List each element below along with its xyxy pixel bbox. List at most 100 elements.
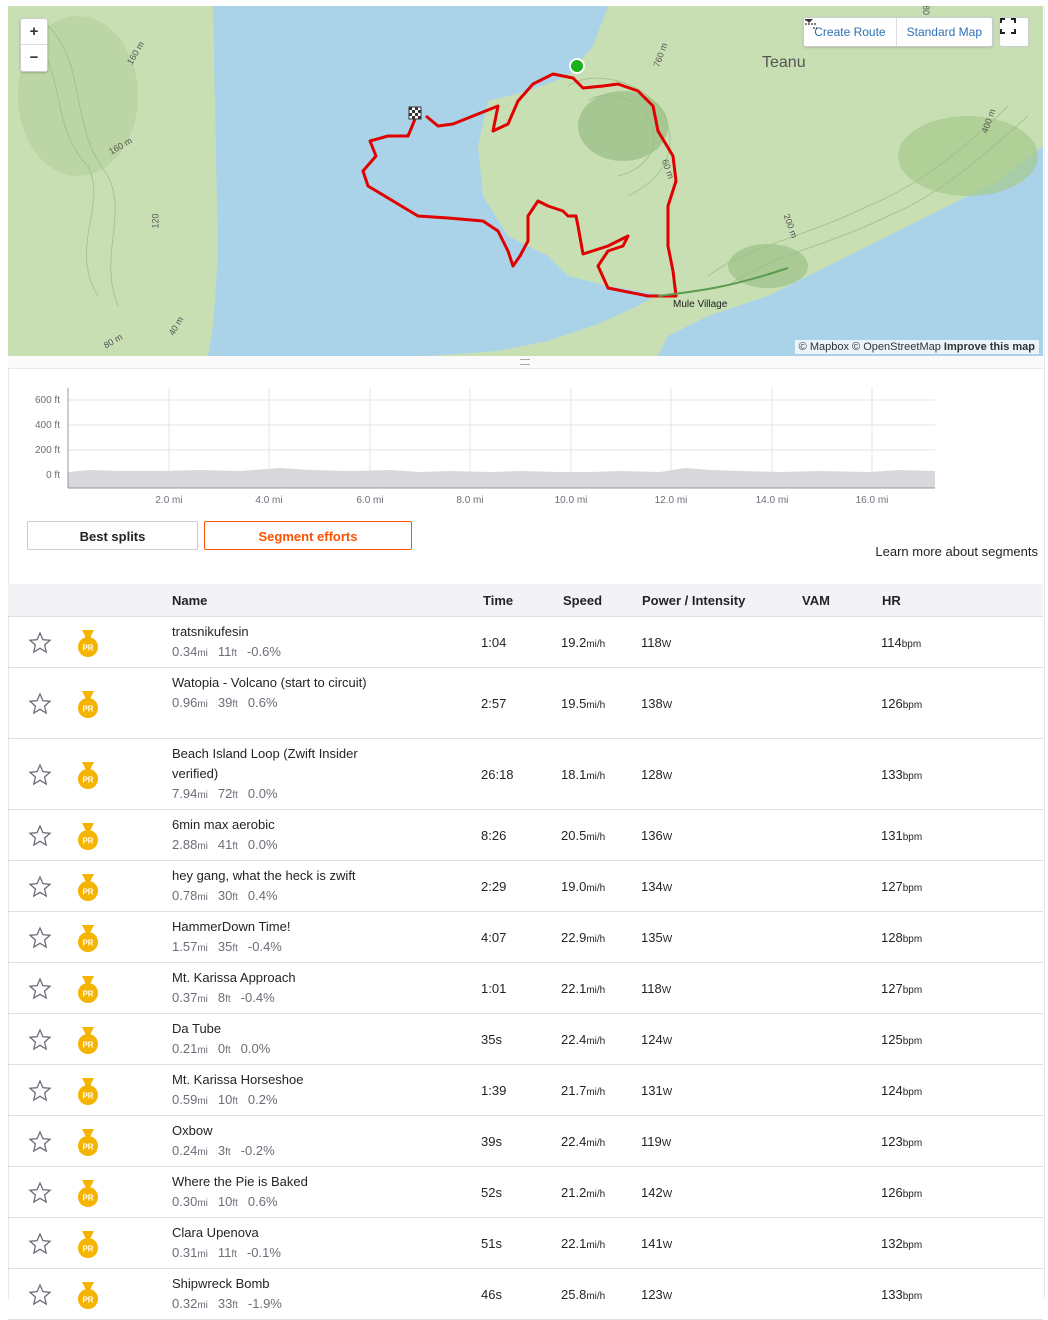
- segment-power: 124W: [641, 1031, 673, 1047]
- segment-speed: 20.5mi/h: [561, 827, 606, 843]
- unit-label: mi/h: [586, 984, 606, 996]
- segment-row[interactable]: PR Watopia - Volcano (start to circuit) 0.…: [8, 668, 1043, 739]
- segment-time: 2:57: [481, 695, 507, 711]
- segment-info: Shipwreck Bomb 0.32mi 33ft -1.9%: [172, 1274, 392, 1316]
- pr-medal-icon: PR: [78, 1281, 98, 1309]
- segment-row[interactable]: PR Shipwreck Bomb 0.32mi 33ft -1.9% 46s 25.8mi…: [8, 1269, 1043, 1320]
- segment-row[interactable]: PR Mt. Karissa Horseshoe 0.59mi 10ft 0.2% 1:3…: [8, 1065, 1043, 1116]
- segment-speed: 22.4mi/h: [561, 1031, 606, 1047]
- osm-link[interactable]: © OpenStreetMap: [852, 341, 941, 353]
- tab-best-splits[interactable]: Best splits: [27, 521, 198, 550]
- header-name[interactable]: Name: [172, 593, 207, 608]
- segment-time: 46s: [481, 1286, 502, 1302]
- segment-grade: 0.0%: [240, 1041, 271, 1056]
- segment-info: Da Tube 0.21mi 0ft 0.0%: [172, 1019, 392, 1061]
- segment-name-link[interactable]: Watopia - Volcano (start to circuit): [172, 673, 392, 693]
- segment-row[interactable]: PR Oxbow 0.24mi 3ft -0.2% 39s 22.4mi/h 119W 123b…: [8, 1116, 1043, 1167]
- segment-name-link[interactable]: Mt. Karissa Approach: [172, 968, 392, 988]
- create-route-button[interactable]: Create Route: [804, 18, 895, 46]
- segment-elevation: 35ft: [217, 939, 238, 954]
- unit-label: bpm: [902, 1035, 923, 1047]
- segment-hr: 131bpm: [881, 827, 923, 843]
- segment-speed: 18.1mi/h: [561, 766, 606, 782]
- segment-grade: -0.2%: [240, 1143, 275, 1158]
- segment-hr: 126bpm: [881, 1184, 923, 1200]
- pr-medal-icon: PR: [78, 761, 98, 789]
- star-icon[interactable]: [28, 1282, 52, 1307]
- segment-name-link[interactable]: Shipwreck Bomb: [172, 1274, 392, 1294]
- header-time[interactable]: Time: [483, 593, 513, 608]
- unit-label: ft: [232, 892, 238, 903]
- unit-label: W: [662, 1290, 673, 1302]
- star-icon[interactable]: [28, 1231, 52, 1256]
- star-icon[interactable]: [28, 874, 52, 899]
- segment-row[interactable]: PR hey gang, what the heck is zwift 0.78mi…: [8, 861, 1043, 912]
- star-icon[interactable]: [28, 1180, 52, 1205]
- star-icon[interactable]: [28, 925, 52, 950]
- zoom-control: + −: [20, 18, 48, 72]
- segment-meta: 0.21mi 0ft 0.0%: [172, 1039, 392, 1061]
- segment-speed: 25.8mi/h: [561, 1286, 606, 1302]
- route-start-marker[interactable]: [569, 58, 585, 74]
- zoom-out-button[interactable]: −: [21, 44, 47, 70]
- x-tick-label: 14.0 mi: [756, 495, 789, 506]
- segment-row[interactable]: PR tratsnikufesin 0.34mi 11ft -0.6% 1:04 19.2m…: [8, 617, 1043, 668]
- segment-name-link[interactable]: HammerDown Time!: [172, 917, 392, 937]
- star-icon[interactable]: [28, 762, 52, 787]
- segment-distance: 0.37mi: [172, 990, 208, 1005]
- tab-segment-efforts[interactable]: Segment efforts: [204, 521, 412, 550]
- elevation-chart[interactable]: 600 ft 400 ft 200 ft 0 ft 2.0 mi 4.0 mi …: [20, 380, 950, 508]
- map-style-dropdown[interactable]: Standard Map: [805, 18, 992, 46]
- segment-name-link[interactable]: 6min max aerobic: [172, 815, 392, 835]
- star-icon[interactable]: [28, 823, 52, 848]
- unit-label: ft: [231, 648, 237, 659]
- segment-info: Watopia - Volcano (start to circuit) 0.96…: [172, 673, 392, 715]
- svg-text:PR: PR: [82, 643, 93, 652]
- segment-row[interactable]: PR Beach Island Loop (Zwift Insider verif…: [8, 739, 1043, 810]
- learn-more-segments-link[interactable]: Learn more about segments: [875, 544, 1038, 559]
- segment-name-link[interactable]: Da Tube: [172, 1019, 392, 1039]
- segment-row[interactable]: PR Where the Pie is Baked 0.30mi 10ft 0.6% 52…: [8, 1167, 1043, 1218]
- segment-row[interactable]: PR 6min max aerobic 2.88mi 41ft 0.0% 8:26 20.5…: [8, 810, 1043, 861]
- segment-name-link[interactable]: Mt. Karissa Horseshoe: [172, 1070, 392, 1090]
- unit-label: mi/h: [586, 933, 606, 945]
- segment-info: Where the Pie is Baked 0.30mi 10ft 0.6%: [172, 1172, 392, 1214]
- improve-map-link[interactable]: Improve this map: [944, 341, 1035, 353]
- segment-row[interactable]: PR Da Tube 0.21mi 0ft 0.0% 35s 22.4mi/h 124W 125…: [8, 1014, 1043, 1065]
- segment-row[interactable]: PR Clara Upenova 0.31mi 11ft -0.1% 51s 22.1mi/…: [8, 1218, 1043, 1269]
- header-hr[interactable]: HR: [882, 593, 901, 608]
- segment-name-link[interactable]: hey gang, what the heck is zwift: [172, 866, 392, 886]
- segment-name-link[interactable]: tratsnikufesin: [172, 622, 392, 642]
- star-icon[interactable]: [28, 976, 52, 1001]
- unit-label: bpm: [902, 1188, 923, 1200]
- segment-row[interactable]: PR HammerDown Time! 1.57mi 35ft -0.4% 4:07 22.…: [8, 912, 1043, 963]
- star-icon[interactable]: [28, 1027, 52, 1052]
- segment-row[interactable]: PR Mt. Karissa Approach 0.37mi 8ft -0.4% 1:01…: [8, 963, 1043, 1014]
- fullscreen-button[interactable]: [999, 17, 1029, 47]
- contour-label: 120: [150, 213, 161, 229]
- header-power[interactable]: Power / Intensity: [642, 593, 745, 608]
- star-icon[interactable]: [28, 1078, 52, 1103]
- star-icon[interactable]: [28, 691, 52, 716]
- route-map[interactable]: Teanu Mule Village 160 m 160 m 120 40 m …: [8, 6, 1043, 356]
- star-icon[interactable]: [28, 630, 52, 655]
- star-icon[interactable]: [28, 1129, 52, 1154]
- zoom-in-button[interactable]: +: [21, 19, 47, 44]
- map-canvas[interactable]: [8, 6, 1043, 356]
- mapbox-link[interactable]: © Mapbox: [799, 341, 849, 353]
- segment-name-link[interactable]: Clara Upenova: [172, 1223, 392, 1243]
- segment-meta: 0.24mi 3ft -0.2%: [172, 1141, 392, 1163]
- segment-meta: 0.31mi 11ft -0.1%: [172, 1243, 392, 1265]
- segment-name-link[interactable]: Beach Island Loop (Zwift Insider verifie…: [172, 744, 392, 784]
- segment-name-link[interactable]: Oxbow: [172, 1121, 392, 1141]
- unit-label: mi/h: [586, 1086, 606, 1098]
- map-resize-handle[interactable]: [8, 356, 1043, 369]
- y-tick-label: 600 ft: [35, 395, 60, 406]
- pr-medal-icon: PR: [78, 822, 98, 850]
- header-speed[interactable]: Speed: [563, 593, 602, 608]
- segment-name-link[interactable]: Where the Pie is Baked: [172, 1172, 392, 1192]
- unit-label: mi/h: [586, 1239, 606, 1251]
- header-vam[interactable]: VAM: [802, 593, 830, 608]
- segment-elevation: 72ft: [217, 786, 238, 801]
- segment-power: 119W: [641, 1133, 672, 1149]
